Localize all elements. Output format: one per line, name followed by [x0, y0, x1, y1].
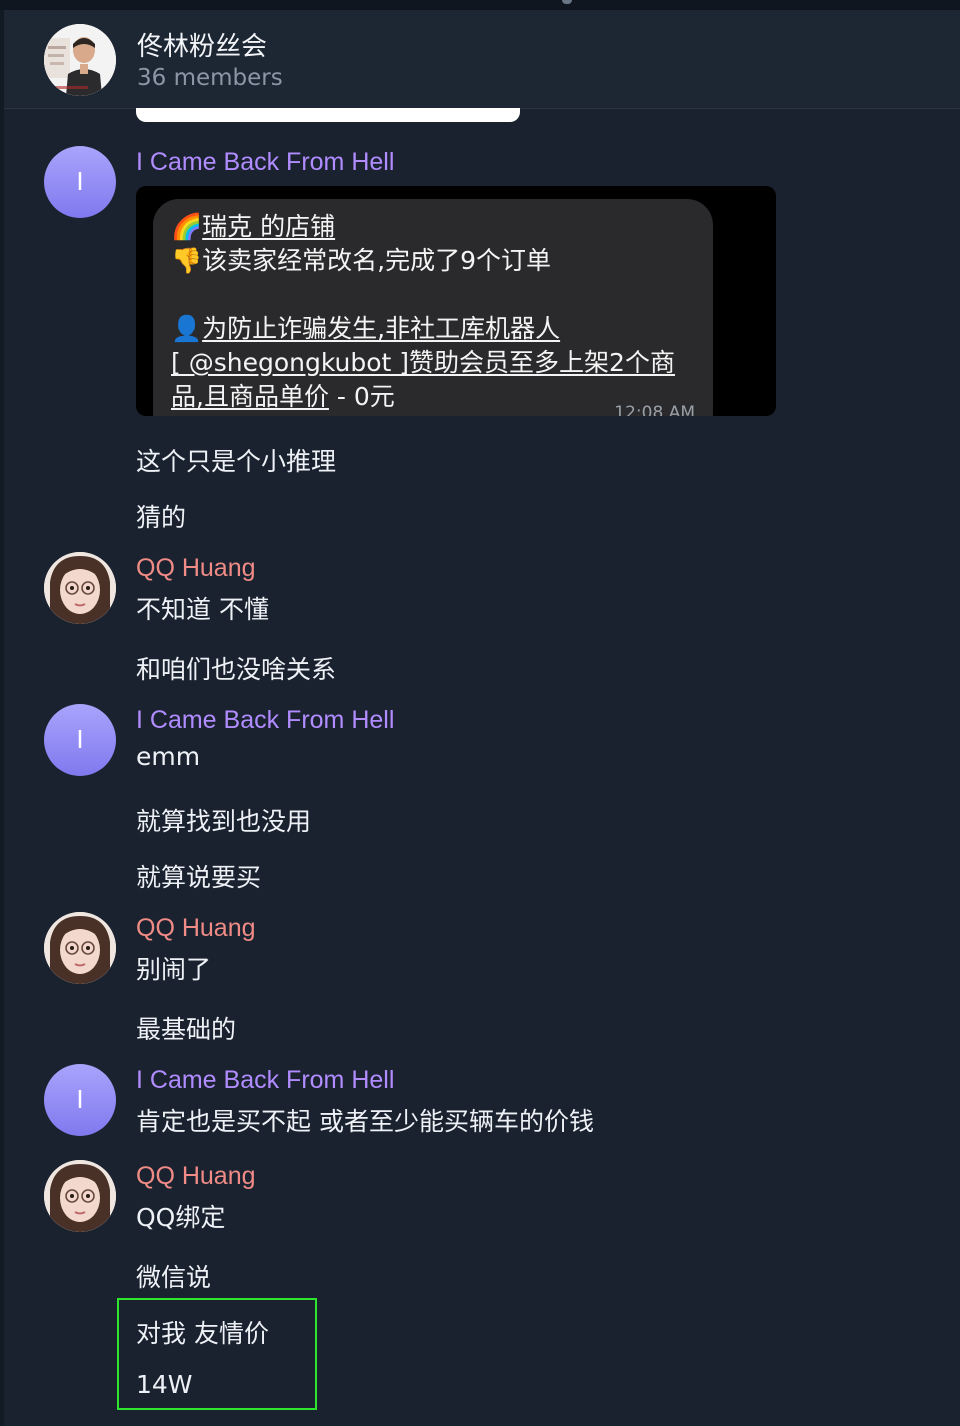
media-line: 👎该卖家经常改名,完成了9个订单: [171, 241, 551, 277]
girl-photo-icon: [44, 1160, 116, 1232]
rainbow-icon: 🌈: [171, 212, 203, 241]
media-line: 👤为防止诈骗发生,非社工库机器人: [171, 309, 560, 345]
message-text[interactable]: emm: [136, 742, 200, 771]
screenshot-message-bubble: 🌈瑞克 的店铺 👎该卖家经常改名,完成了9个订单 👤为防止诈骗发生,非社工库机器…: [153, 199, 713, 416]
message-text[interactable]: 这个只是个小推理: [136, 442, 336, 478]
media-line: 🌈瑞克 的店铺: [171, 207, 335, 243]
avatar-letter: I: [76, 166, 84, 196]
message-text[interactable]: 就算说要买: [136, 858, 261, 894]
user-avatar[interactable]: I: [44, 704, 116, 776]
message-text[interactable]: 别闹了: [136, 950, 211, 986]
sender-name[interactable]: QQ Huang: [136, 914, 256, 943]
chat-header[interactable]: 佟林粉丝会 36 members: [4, 10, 960, 109]
sender-name[interactable]: I Came Back From Hell: [136, 148, 394, 177]
left-border: [0, 10, 4, 1426]
user-avatar[interactable]: [44, 1160, 116, 1232]
scroll-indicator: [562, 0, 572, 4]
previous-message-bubble[interactable]: [136, 108, 520, 122]
girl-photo-icon: [44, 912, 116, 984]
sender-name[interactable]: QQ Huang: [136, 1162, 256, 1191]
bot-link[interactable]: [ @shegongkubot ]赞助会员至多上架2个商: [171, 348, 675, 377]
member-count: 36 members: [137, 65, 283, 91]
forwarded-screenshot[interactable]: 🌈瑞克 的店铺 👎该卖家经常改名,完成了9个订单 👤为防止诈骗发生,非社工库机器…: [136, 186, 776, 416]
user-avatar[interactable]: [44, 912, 116, 984]
girl-photo-icon: [44, 552, 116, 624]
message-text[interactable]: 猜的: [136, 498, 186, 534]
avatar-letter: I: [76, 1084, 84, 1114]
user-avatar[interactable]: I: [44, 1064, 116, 1136]
user-avatar[interactable]: [44, 552, 116, 624]
person-icon: 👤: [171, 314, 203, 343]
message-text[interactable]: 微信说: [136, 1258, 211, 1294]
sender-name[interactable]: I Came Back From Hell: [136, 1066, 394, 1095]
group-avatar[interactable]: [44, 24, 116, 96]
media-text: - 0元: [328, 382, 395, 411]
sender-name[interactable]: I Came Back From Hell: [136, 706, 394, 735]
sender-name[interactable]: QQ Huang: [136, 554, 256, 583]
shop-link[interactable]: 瑞克 的店铺: [202, 212, 335, 241]
media-link-text[interactable]: 为防止诈骗发生,非社工库机器人: [202, 314, 560, 343]
media-link-text[interactable]: 品,且商品单价: [171, 382, 329, 411]
message-text[interactable]: 最基础的: [136, 1010, 236, 1046]
message-text[interactable]: 就算找到也没用: [136, 802, 311, 838]
media-line: [ @shegongkubot ]赞助会员至多上架2个商: [171, 343, 675, 379]
message-text[interactable]: 肯定也是买不起 或者至少能买辆车的价钱: [136, 1102, 594, 1138]
media-line: 品,且商品单价 - 0元: [171, 377, 395, 413]
message-time: 12:08 AM: [614, 403, 695, 416]
message-text[interactable]: QQ绑定: [136, 1198, 225, 1234]
window-top-strip: [0, 0, 960, 10]
highlight-box: [117, 1298, 317, 1410]
chat-title: 佟林粉丝会: [137, 32, 268, 62]
message-text[interactable]: 和咱们也没啥关系: [136, 650, 336, 686]
message-text[interactable]: 不知道 不懂: [136, 590, 269, 626]
user-avatar[interactable]: I: [44, 146, 116, 218]
group-photo-icon: [44, 24, 116, 96]
avatar-letter: I: [76, 724, 84, 754]
media-text: 该卖家经常改名,完成了9个订单: [202, 246, 551, 275]
thumbs-down-icon: 👎: [171, 246, 203, 275]
